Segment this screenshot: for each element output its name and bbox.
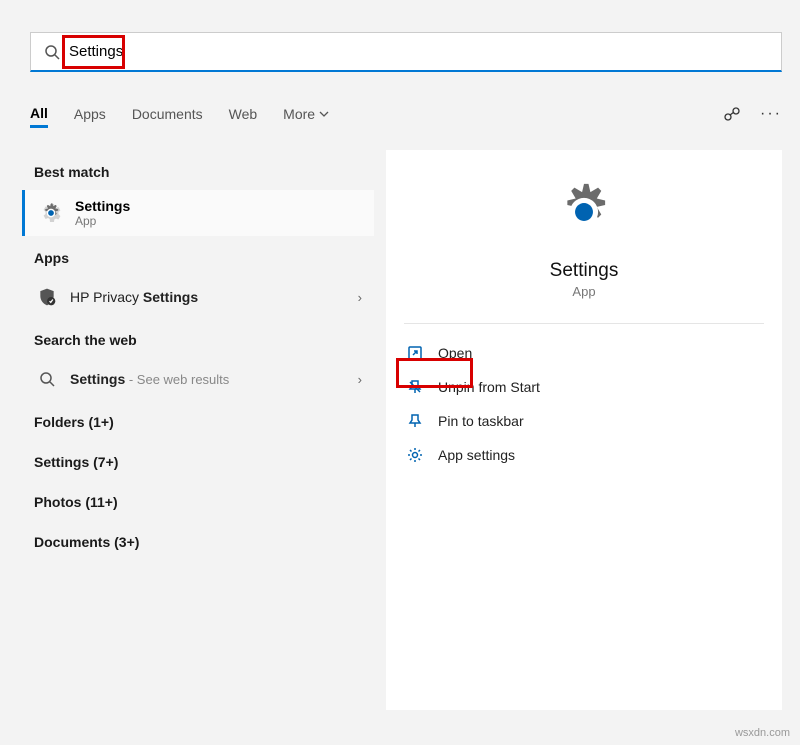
- search-icon: [36, 368, 58, 390]
- unpin-icon: [406, 378, 424, 396]
- section-apps: Apps: [22, 236, 374, 276]
- web-result-settings[interactable]: Settings - See web results ›: [22, 358, 374, 400]
- tab-all[interactable]: All: [30, 101, 48, 128]
- section-best-match: Best match: [22, 150, 374, 190]
- connect-icon[interactable]: [722, 104, 742, 124]
- action-label: Open: [438, 345, 472, 361]
- chevron-right-icon: ›: [358, 290, 362, 305]
- best-match-settings[interactable]: Settings App: [22, 190, 374, 236]
- detail-title: Settings: [386, 260, 782, 282]
- action-open[interactable]: Open: [392, 336, 776, 370]
- action-label: App settings: [438, 447, 515, 463]
- tab-more-label: More: [283, 106, 315, 122]
- search-input[interactable]: [69, 43, 769, 60]
- results-pane: Best match Settings App Apps HP Pr: [22, 150, 374, 560]
- filter-tabs: All Apps Documents Web More ···: [30, 96, 782, 132]
- section-folders[interactable]: Folders (1+): [22, 400, 374, 440]
- gear-icon: [552, 180, 616, 244]
- tab-documents[interactable]: Documents: [132, 102, 203, 126]
- divider: [404, 323, 764, 324]
- tab-more[interactable]: More: [283, 102, 329, 126]
- detail-pane: Settings App Open Unpin from Start Pin t…: [386, 150, 782, 710]
- action-unpin-start[interactable]: Unpin from Start: [392, 370, 776, 404]
- tab-apps[interactable]: Apps: [74, 102, 106, 126]
- gear-icon: [39, 201, 63, 225]
- shield-icon: [36, 286, 58, 308]
- pin-icon: [406, 412, 424, 430]
- action-app-settings[interactable]: App settings: [392, 438, 776, 472]
- best-match-sub: App: [75, 214, 130, 228]
- gear-icon: [406, 446, 424, 464]
- app-item-label: HP Privacy SettingsHP Privacy Settings: [70, 289, 198, 305]
- best-match-title: Settings: [75, 198, 130, 214]
- detail-sub: App: [386, 284, 782, 299]
- search-bar[interactable]: [30, 32, 782, 72]
- more-options-icon[interactable]: ···: [760, 105, 782, 123]
- section-documents[interactable]: Documents (3+): [22, 520, 374, 560]
- chevron-right-icon: ›: [358, 372, 362, 387]
- tab-web[interactable]: Web: [229, 102, 258, 126]
- search-icon: [43, 43, 61, 61]
- section-photos[interactable]: Photos (11+): [22, 480, 374, 520]
- open-icon: [406, 344, 424, 362]
- action-pin-taskbar[interactable]: Pin to taskbar: [392, 404, 776, 438]
- action-label: Unpin from Start: [438, 379, 540, 395]
- app-hp-privacy-settings[interactable]: HP Privacy SettingsHP Privacy Settings ›: [22, 276, 374, 318]
- chevron-down-icon: [319, 109, 329, 119]
- section-settings[interactable]: Settings (7+): [22, 440, 374, 480]
- watermark: wsxdn.com: [735, 727, 790, 739]
- section-search-web: Search the web: [22, 318, 374, 358]
- web-item-label: Settings - See web results: [70, 371, 229, 387]
- action-label: Pin to taskbar: [438, 413, 524, 429]
